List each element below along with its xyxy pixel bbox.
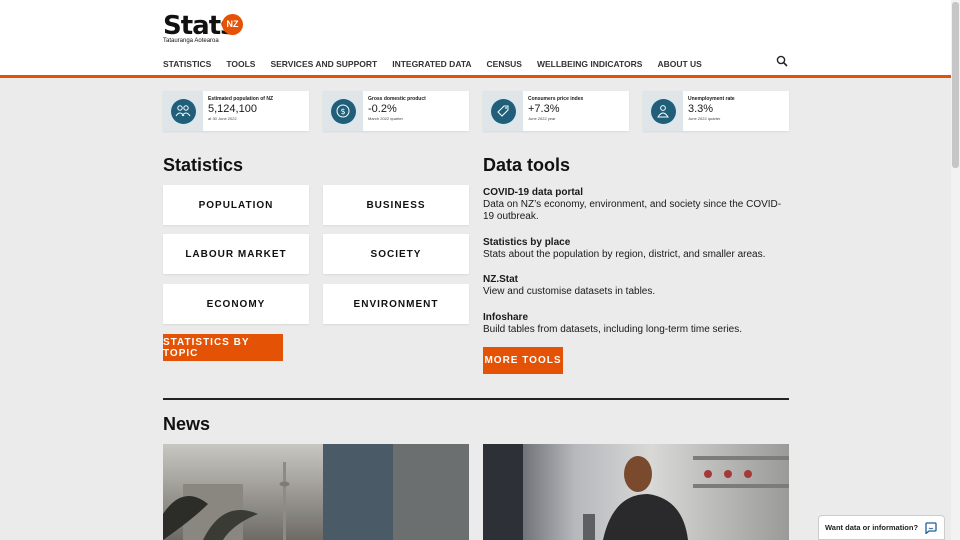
nav-about-us[interactable]: ABOUT US (657, 59, 701, 69)
kpi-value: -0.2% (368, 103, 397, 115)
kpi-period: June 2022 quarter (688, 116, 721, 121)
kpi-icon-box (643, 91, 683, 131)
tool-title[interactable]: NZ.Stat (483, 274, 783, 285)
more-tools-button[interactable]: MORE TOOLS (483, 347, 563, 374)
kpi-gdp[interactable]: $ Gross domestic product -0.2% March 202… (323, 91, 469, 131)
dollar-icon: $ (330, 98, 356, 124)
chat-widget-label: Want data or information? (825, 523, 919, 532)
tool-description: Stats about the population by region, di… (483, 249, 766, 260)
kpi-icon-box: $ (323, 91, 363, 131)
tile-labour-market[interactable]: LABOUR MARKET (163, 234, 309, 274)
tool-description: Build tables from datasets, including lo… (483, 324, 743, 335)
kpi-value: 5,124,100 (208, 103, 257, 115)
kpi-population[interactable]: Estimated population of NZ 5,124,100 at … (163, 91, 309, 131)
nav-census[interactable]: CENSUS (487, 59, 522, 69)
logo-badge: NZ (222, 14, 243, 35)
tile-economy[interactable]: ECONOMY (163, 284, 309, 324)
scrollbar-thumb[interactable] (952, 2, 959, 168)
statistics-heading: Statistics (163, 155, 244, 175)
data-tools-heading: Data tools (483, 155, 571, 175)
people-icon (170, 98, 196, 124)
news-image-woman-shopping[interactable] (483, 444, 789, 540)
statistics-by-topic-button[interactable]: STATISTICS BY TOPIC (163, 334, 283, 361)
svg-text:$: $ (340, 107, 345, 116)
tool-nz-stat[interactable]: NZ.Stat View and customise datasets in t… (483, 274, 783, 298)
tool-title[interactable]: Statistics by place (483, 237, 783, 248)
tool-title[interactable]: Infoshare (483, 312, 783, 323)
news-image-city-skyline[interactable] (163, 444, 469, 540)
tile-population[interactable]: POPULATION (163, 185, 309, 225)
kpi-icon-box (163, 91, 203, 131)
nav-statistics[interactable]: STATISTICS (163, 59, 211, 69)
kpi-text: Gross domestic product -0.2% March 2022 … (363, 91, 426, 131)
kpi-period: June 2022 year (528, 116, 556, 121)
tile-society[interactable]: SOCIETY (323, 234, 469, 274)
page: Stats NZ Tatauranga Aotearoa STATISTICS … (0, 0, 951, 540)
chat-widget[interactable]: Want data or information? (818, 515, 945, 540)
search-icon[interactable] (776, 55, 788, 67)
news-heading: News (163, 414, 211, 434)
kpi-unemployment[interactable]: Unemployment rate 3.3% June 2022 quarter (643, 91, 789, 131)
kpi-text: Consumers price index +7.3% June 2022 ye… (523, 91, 583, 131)
kpi-value: +7.3% (528, 103, 560, 115)
logo-tagline: Tatauranga Aotearoa (163, 38, 219, 44)
page-scrollbar[interactable] (951, 0, 960, 540)
kpi-icon-box (483, 91, 523, 131)
kpi-value: 3.3% (688, 103, 714, 115)
kpi-label: Consumers price index (528, 96, 584, 102)
stats-nz-logo[interactable]: Stats NZ Tatauranga Aotearoa (163, 11, 253, 47)
main-nav: STATISTICS TOOLS SERVICES AND SUPPORT IN… (163, 59, 717, 69)
tool-infoshare[interactable]: Infoshare Build tables from datasets, in… (483, 312, 783, 336)
tool-description: View and customise datasets in tables. (483, 286, 656, 297)
person-icon (650, 98, 676, 124)
chat-bubble-icon (925, 522, 937, 534)
kpi-cpi[interactable]: Consumers price index +7.3% June 2022 ye… (483, 91, 629, 131)
section-divider (163, 398, 789, 400)
tool-title[interactable]: COVID-19 data portal (483, 187, 783, 198)
key-indicators: Estimated population of NZ 5,124,100 at … (163, 91, 803, 131)
kpi-period: March 2022 quarter (368, 116, 403, 121)
tool-covid-portal[interactable]: COVID-19 data portal Data on NZ’s econom… (483, 187, 783, 223)
tile-environment[interactable]: ENVIRONMENT (323, 284, 469, 324)
kpi-period: at 30 June 2022 (208, 116, 237, 121)
price-tag-icon (490, 98, 516, 124)
site-header: Stats NZ Tatauranga Aotearoa STATISTICS … (0, 0, 951, 78)
tool-description: Data on NZ’s economy, environment, and s… (483, 199, 782, 222)
kpi-label: Gross domestic product (368, 96, 426, 102)
kpi-label: Unemployment rate (688, 96, 735, 102)
nav-tools[interactable]: TOOLS (226, 59, 255, 69)
tool-statistics-by-place[interactable]: Statistics by place Stats about the popu… (483, 237, 783, 261)
kpi-text: Estimated population of NZ 5,124,100 at … (203, 91, 273, 131)
nav-services-and-support[interactable]: SERVICES AND SUPPORT (270, 59, 377, 69)
kpi-label: Estimated population of NZ (208, 96, 273, 102)
nav-integrated-data[interactable]: INTEGRATED DATA (392, 59, 471, 69)
kpi-text: Unemployment rate 3.3% June 2022 quarter (683, 91, 735, 131)
tile-business[interactable]: BUSINESS (323, 185, 469, 225)
nav-wellbeing-indicators[interactable]: WELLBEING INDICATORS (537, 59, 642, 69)
